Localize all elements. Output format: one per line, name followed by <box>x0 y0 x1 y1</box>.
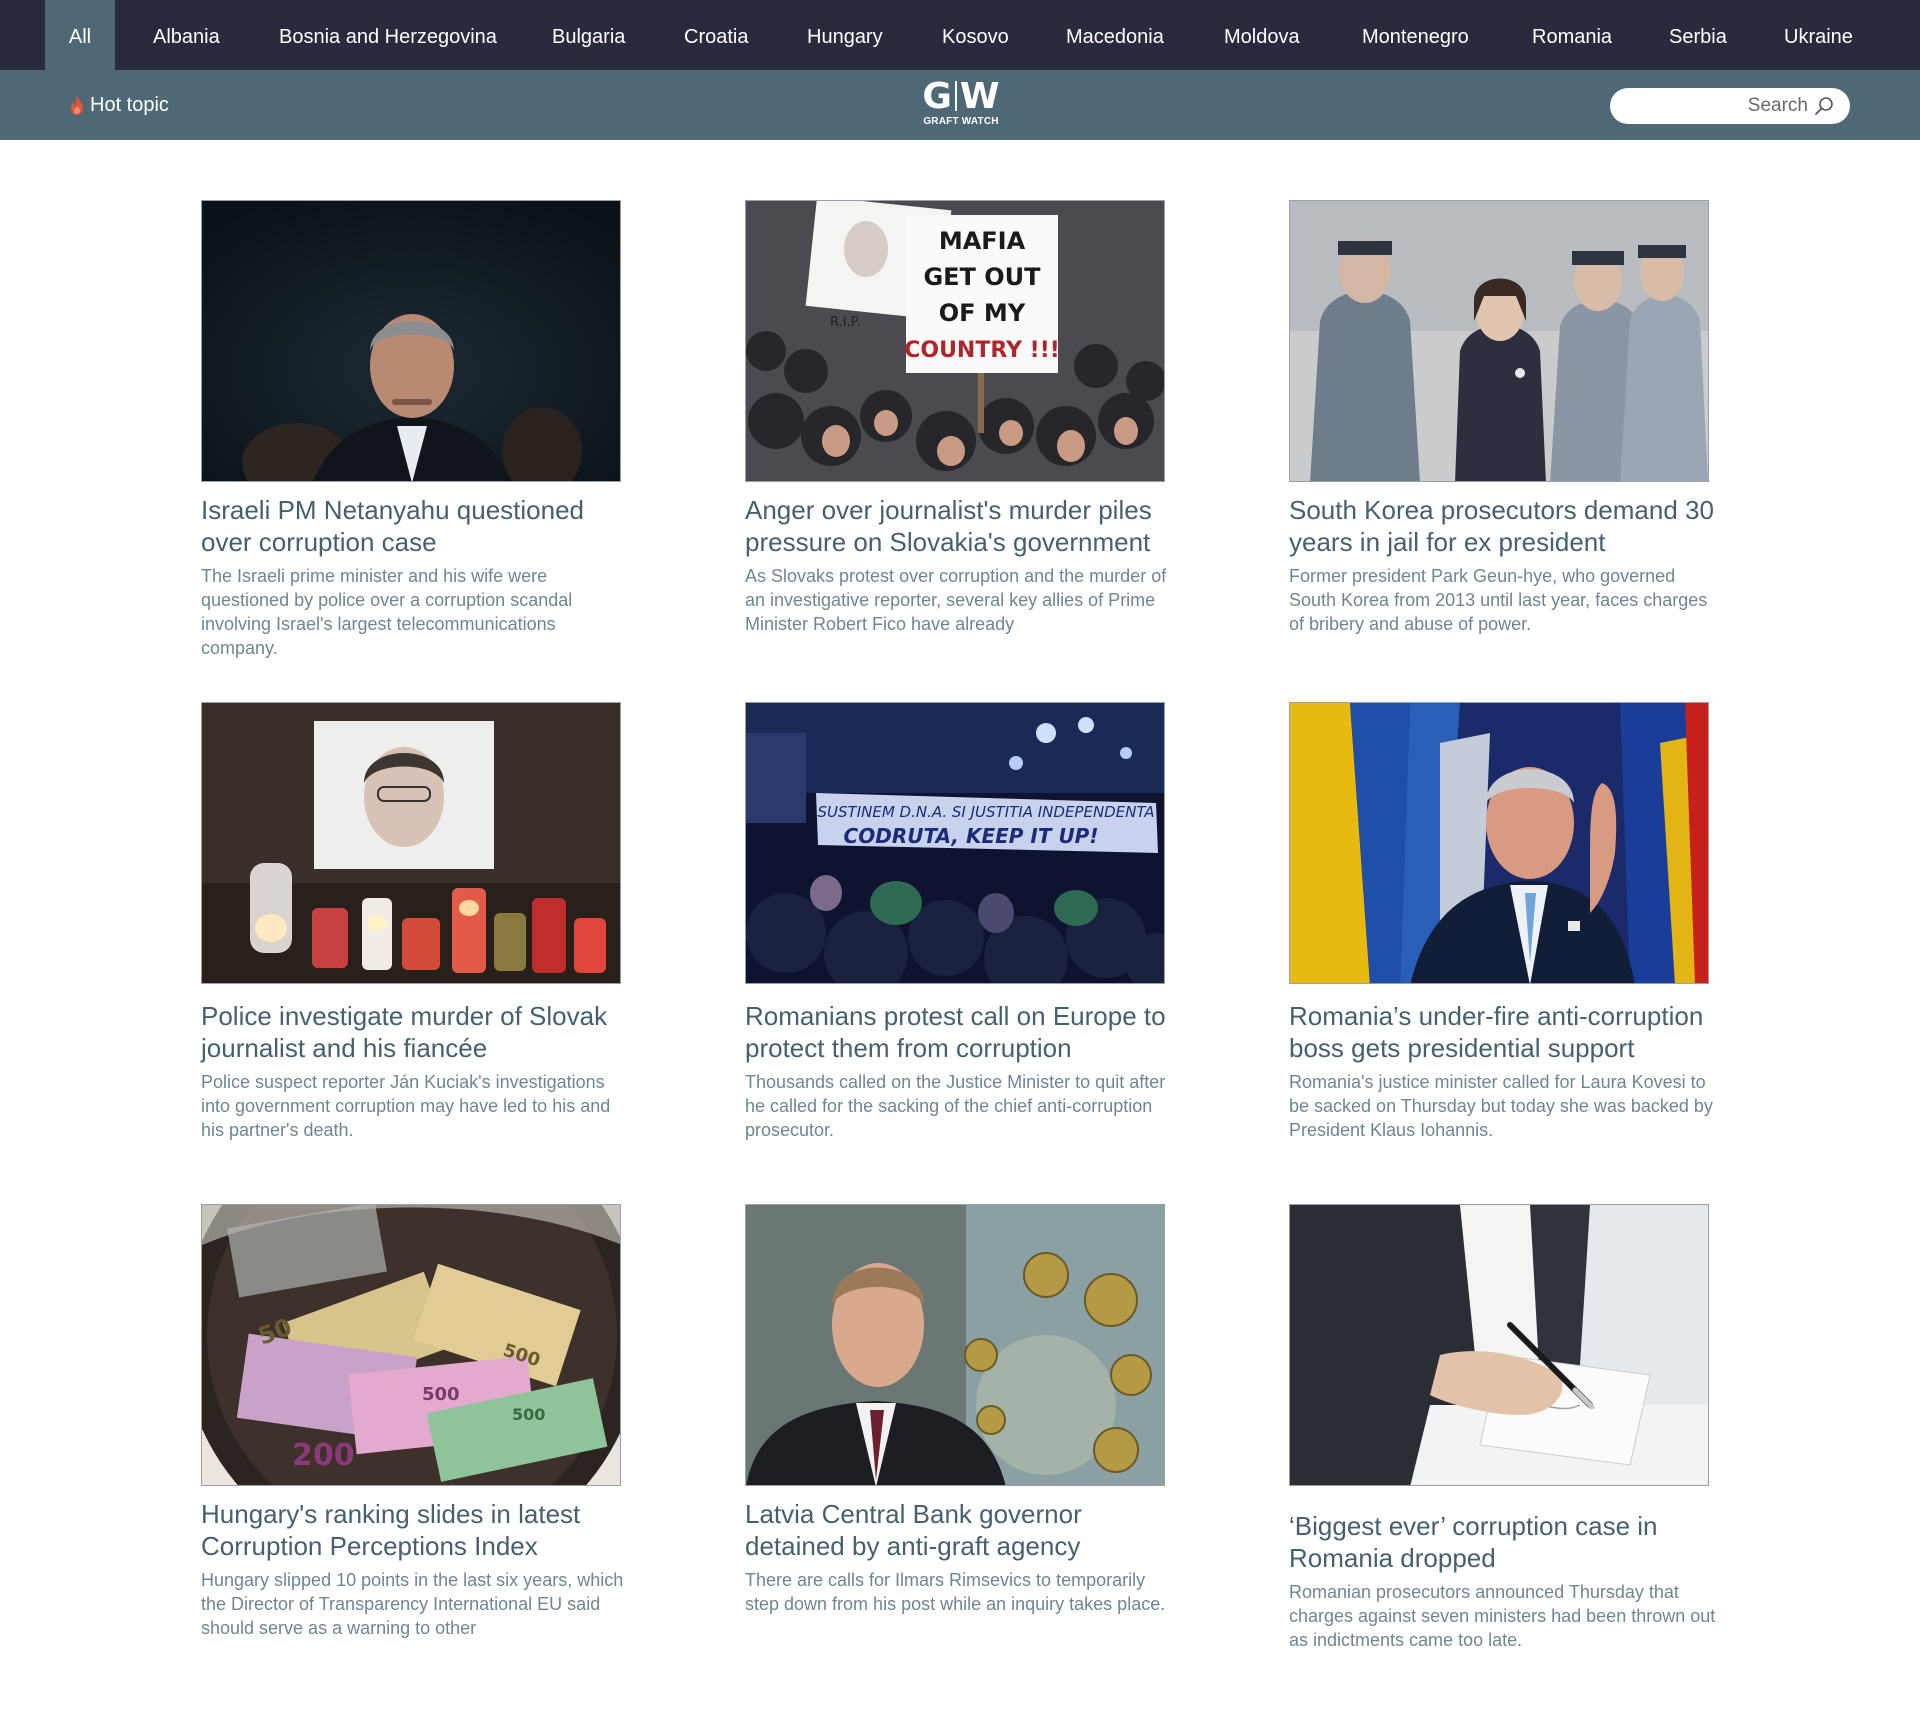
magnifier-icon[interactable] <box>1814 96 1834 116</box>
article-summary: The Israeli prime minister and his wife … <box>201 566 573 658</box>
article-title[interactable]: Latvia Central Bank governor detained by… <box>745 1498 1185 1562</box>
nav-item-croatia[interactable]: Croatia <box>684 0 748 70</box>
banknote-label: 500 <box>422 1384 460 1405</box>
search-input[interactable] <box>1626 94 1808 118</box>
nav-item-montenegro[interactable]: Montenegro <box>1362 0 1469 70</box>
search-box[interactable] <box>1610 88 1850 124</box>
article-image[interactable] <box>201 702 621 984</box>
flame-icon <box>71 95 83 115</box>
article-summary: Former president Park Geun-hye, who gove… <box>1289 566 1708 634</box>
nav-item-macedonia[interactable]: Macedonia <box>1066 0 1164 70</box>
article-summary: As Slovaks protest over corruption and t… <box>745 566 1167 634</box>
article-image[interactable]: 50 500 500 200 500 <box>201 1204 621 1486</box>
banner-line: SUSTINEM D.N.A. SI JUSTITIA INDEPENDENTA <box>818 803 1155 821</box>
nav-item-serbia[interactable]: Serbia <box>1669 0 1727 70</box>
article-title[interactable]: Israeli PM Netanyahu questioned over cor… <box>201 494 641 558</box>
nav-item-kosovo[interactable]: Kosovo <box>942 0 1009 70</box>
article-title[interactable]: Romanians protest call on Europe to prot… <box>745 1000 1185 1064</box>
logo-mark-left: G <box>922 76 952 117</box>
logo-wordmark: GRAFT WATCH <box>923 116 999 127</box>
article-image[interactable]: R.I.P. MAFIA GET OUT OF MY COUNTRY !!! <box>745 200 1165 482</box>
nav-item-romania[interactable]: Romania <box>1532 0 1612 70</box>
logo-mark-right: W <box>959 76 1000 117</box>
nav-item-all[interactable]: All <box>45 0 115 70</box>
country-nav: All Albania Bosnia and Herzegovina Bulga… <box>0 0 1920 70</box>
nav-item-albania[interactable]: Albania <box>153 0 220 70</box>
article-summary: Thousands called on the Justice Minister… <box>745 1072 1166 1140</box>
nav-item-ukraine[interactable]: Ukraine <box>1784 0 1853 70</box>
article-image[interactable] <box>1289 1204 1709 1486</box>
nav-item-moldova[interactable]: Moldova <box>1224 0 1300 70</box>
article-image[interactable] <box>1289 702 1709 984</box>
article-title[interactable]: South Korea prosecutors demand 30 years … <box>1289 494 1729 558</box>
article-title[interactable]: Romania’s under-fire anti-corruption bos… <box>1289 1000 1729 1064</box>
article-summary: Romania's justice minister called for La… <box>1289 1072 1713 1140</box>
article-title[interactable]: ‘Biggest ever’ corruption case in Romani… <box>1289 1510 1729 1574</box>
banknote-label: 500 <box>512 1405 545 1424</box>
article-summary: Romanian prosecutors announced Thursday … <box>1289 1582 1716 1650</box>
photo-caption: R.I.P. <box>830 315 861 330</box>
banknote-label: 200 <box>292 1438 355 1473</box>
nav-item-bosnia-and-herzegovina[interactable]: Bosnia and Herzegovina <box>279 0 497 70</box>
nav-item-hungary[interactable]: Hungary <box>807 0 883 70</box>
article-title[interactable]: Hungary's ranking slides in latest Corru… <box>201 1498 641 1562</box>
sign-line: COUNTRY !!! <box>904 338 1060 363</box>
article-summary: Hungary slipped 10 points in the last si… <box>201 1570 624 1638</box>
graft-watch-logo[interactable]: GW GRAFT WATCH <box>918 78 1004 132</box>
article-title[interactable]: Anger over journalist's murder piles pre… <box>745 494 1185 558</box>
sign-line: MAFIA <box>939 227 1026 255</box>
logo-mark: GW <box>918 78 1004 116</box>
hot-topic-link[interactable]: Hot topic <box>68 92 169 118</box>
article-image[interactable] <box>745 1204 1165 1486</box>
article-title[interactable]: Police investigate murder of Slovak jour… <box>201 1000 641 1064</box>
nav-item-bulgaria[interactable]: Bulgaria <box>552 0 625 70</box>
sub-header: Hot topic GW GRAFT WATCH <box>0 70 1920 140</box>
banner-line: CODRUTA, KEEP IT UP! <box>844 824 1099 848</box>
article-image[interactable] <box>1289 200 1709 482</box>
logo-divider <box>954 81 957 111</box>
article-summary: There are calls for Ilmars Rimsevics to … <box>745 1570 1166 1614</box>
sign-line: OF MY <box>939 299 1026 327</box>
article-summary: Police suspect reporter Ján Kuciak's inv… <box>201 1072 611 1140</box>
article-image[interactable]: SUSTINEM D.N.A. SI JUSTITIA INDEPENDENTA… <box>745 702 1165 984</box>
hot-topic-label: Hot topic <box>90 93 169 116</box>
sign-line: GET OUT <box>923 263 1041 291</box>
article-image[interactable] <box>201 200 621 482</box>
